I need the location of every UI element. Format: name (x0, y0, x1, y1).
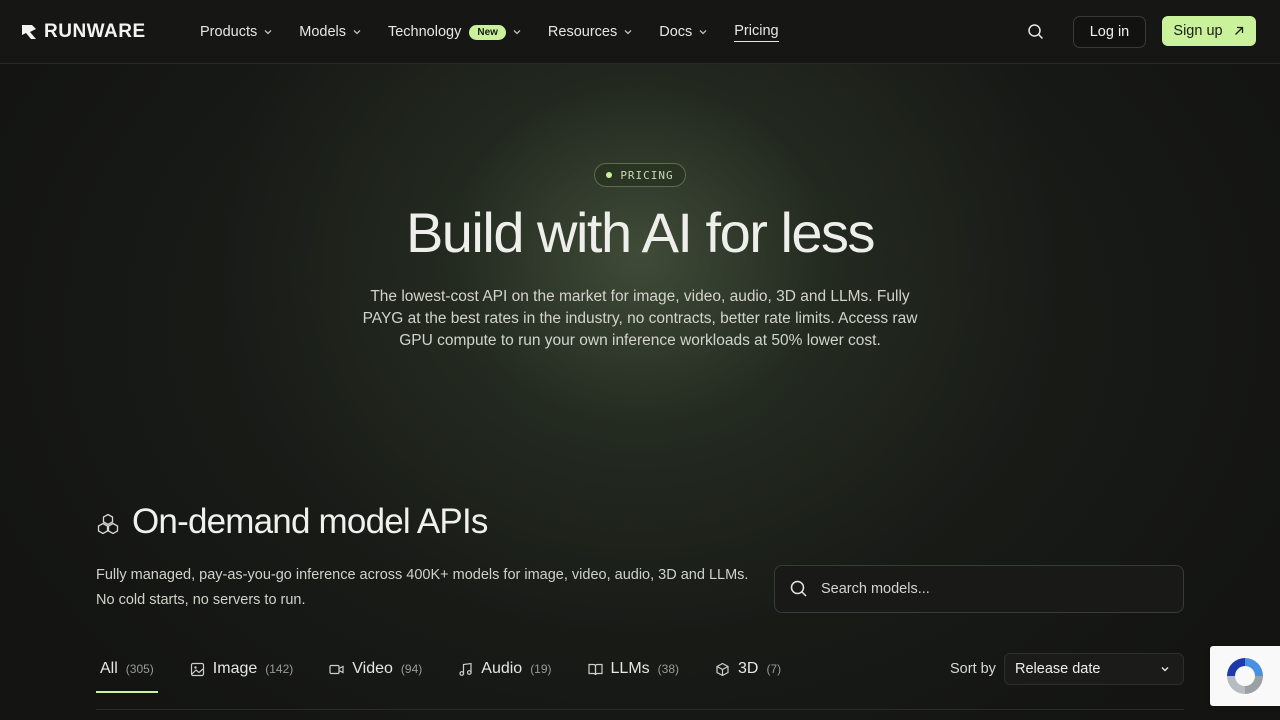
tab-label: All (100, 660, 118, 677)
section-description: Fully managed, pay-as-you-go inference a… (96, 567, 749, 608)
runware-logo[interactable]: RUNWARE (20, 21, 146, 43)
brand-name: RUNWARE (44, 21, 146, 42)
tab-audio[interactable]: Audio (19) (454, 650, 555, 688)
video-icon (329, 664, 344, 674)
music-icon (459, 662, 472, 676)
nav-label: Resources (547, 24, 618, 40)
tab-3d[interactable]: 3D (7) (711, 650, 785, 688)
hero-subtitle: The lowest-cost API on the market for im… (362, 288, 918, 349)
recaptcha-badge[interactable] (1210, 646, 1280, 706)
tab-count: (305) (125, 662, 154, 676)
nav-item-technology[interactable]: Technology New (388, 24, 522, 40)
status-dot-icon (606, 172, 613, 178)
tab-video[interactable]: Video (94) (325, 650, 426, 688)
search-input[interactable] (821, 581, 1161, 597)
login-button[interactable]: Log in (1073, 16, 1146, 48)
top-navbar: RUNWARE Products Models Technology New R… (0, 0, 1280, 64)
nav-label: Docs (659, 24, 693, 40)
tab-count: (7) (766, 662, 782, 676)
tab-count: (142) (265, 662, 294, 676)
chevron-down-icon (624, 30, 632, 35)
search-icon (790, 580, 807, 597)
new-badge: New (469, 24, 506, 40)
nav-item-docs[interactable]: Docs (659, 24, 708, 40)
runware-logo-icon (22, 25, 36, 39)
signup-button[interactable]: Sign up (1162, 16, 1256, 46)
chevron-down-icon (353, 30, 361, 35)
section-title: On-demand model APIs (132, 502, 488, 541)
nav-item-models[interactable]: Models (299, 24, 362, 40)
models-cluster-icon (97, 513, 119, 535)
sort-dropdown[interactable]: Release date (1004, 653, 1184, 685)
nav-label: Models (299, 24, 346, 40)
nav-item-products[interactable]: Products (200, 24, 273, 40)
tab-label: Video (352, 660, 393, 677)
chevron-down-icon (264, 30, 272, 35)
tab-image[interactable]: Image (142) (186, 650, 297, 688)
search-icon[interactable] (1026, 22, 1046, 42)
tabs-divider (96, 709, 1184, 710)
pricing-pill: PRICING (594, 163, 686, 187)
sort-label: Sort by (950, 661, 996, 677)
tab-count: (94) (400, 662, 423, 676)
sort-value: Release date (1015, 661, 1101, 677)
chevron-down-icon (513, 30, 521, 35)
tab-count: (38) (657, 662, 679, 676)
tab-llms[interactable]: LLMs (38) (584, 650, 683, 688)
arrow-up-right-icon (1234, 26, 1243, 35)
nav-label: Technology (387, 24, 462, 40)
tab-label: Image (212, 660, 258, 677)
recaptcha-icon (1227, 658, 1263, 694)
book-icon (587, 663, 603, 675)
nav-item-pricing[interactable]: Pricing (734, 23, 779, 42)
nav-label: Pricing (734, 23, 779, 42)
tab-label: 3D (738, 660, 759, 677)
tab-all[interactable]: All (305) (96, 650, 158, 693)
cube-icon (716, 662, 729, 676)
category-tabs: All (305) Image (142) Video (94) Audio (… (96, 650, 813, 694)
chevron-down-icon (699, 30, 707, 35)
nav-item-resources[interactable]: Resources (548, 24, 633, 40)
tab-count: (19) (530, 662, 552, 676)
image-icon (190, 662, 204, 676)
hero-title: Build with AI for less (405, 201, 876, 264)
model-search-box[interactable] (774, 565, 1184, 613)
chevron-down-icon (1161, 667, 1169, 672)
main-nav: Products Models Technology New Resources… (200, 0, 805, 64)
signup-label: Sign up (1173, 23, 1223, 39)
tab-label: LLMs (610, 660, 650, 677)
nav-label: Products (200, 24, 258, 40)
tab-label: Audio (481, 660, 523, 677)
pill-label: PRICING (620, 168, 674, 182)
